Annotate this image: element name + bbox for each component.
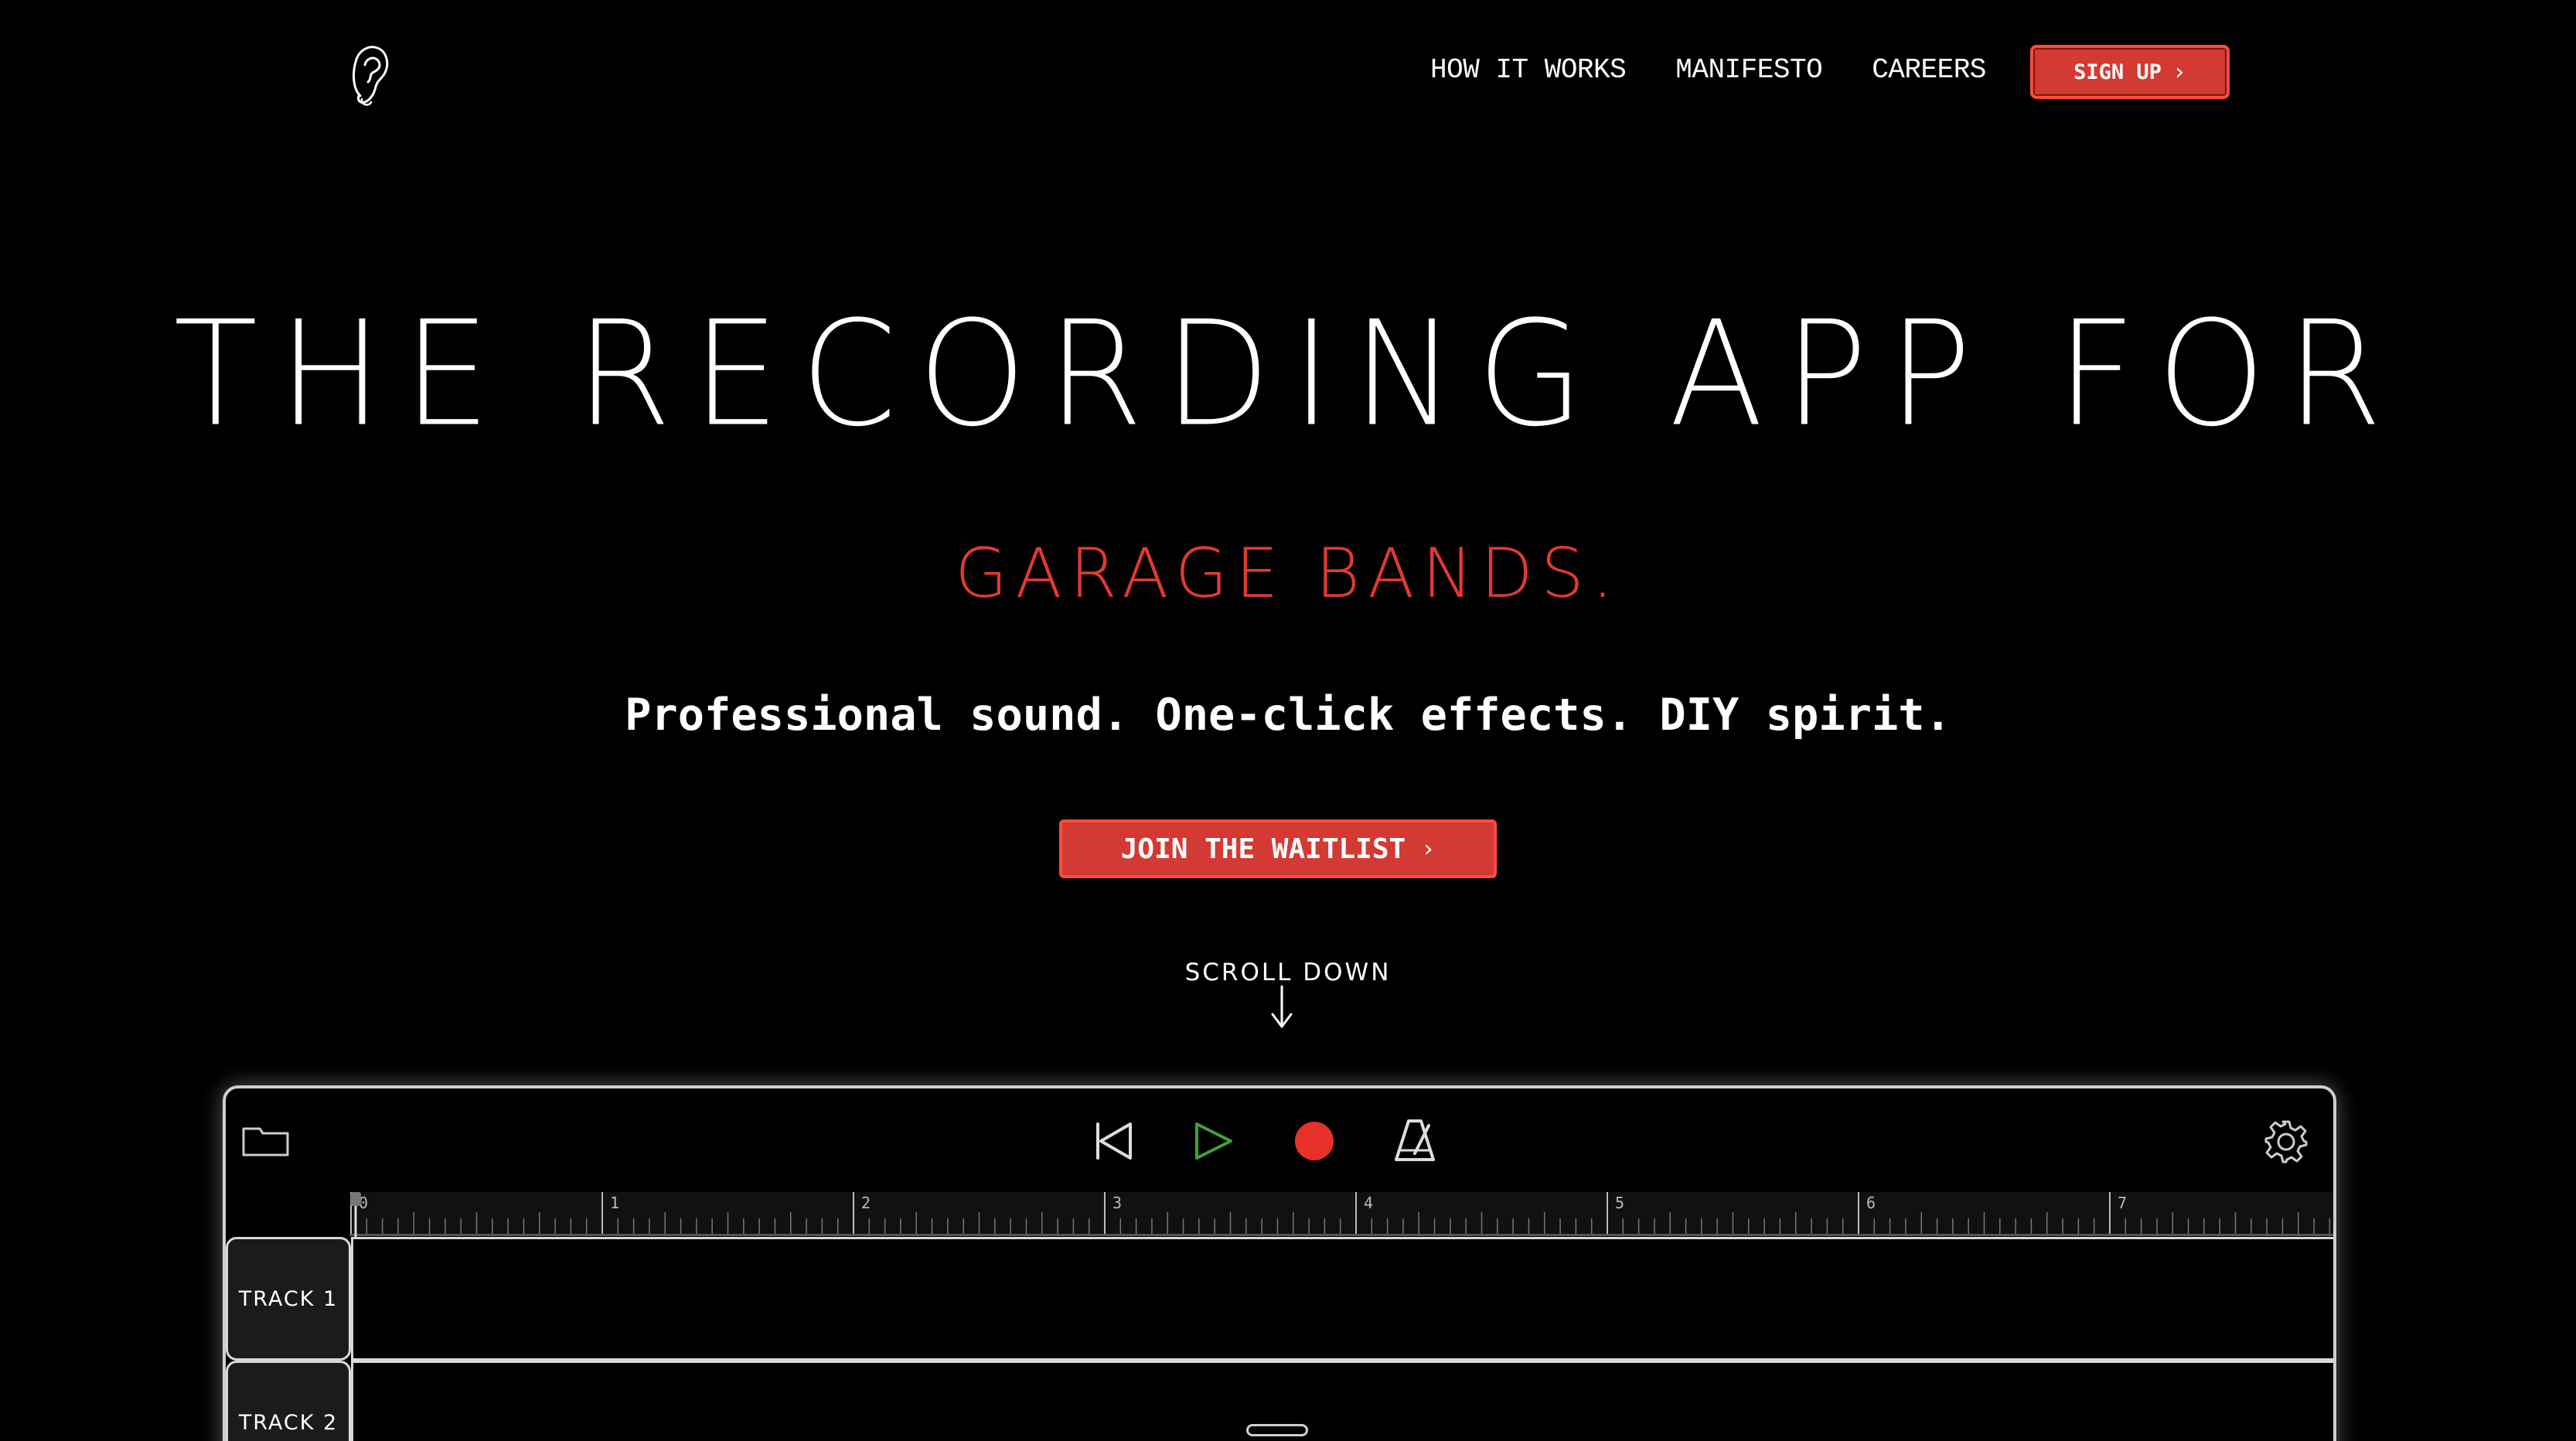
nav-links: HOW IT WORKS MANIFESTO CAREERS [1430, 54, 1986, 86]
join-waitlist-button[interactable]: JOIN THE WAITLIST › [1059, 819, 1497, 878]
panel-drag-handle[interactable] [1246, 1424, 1308, 1436]
ear-logo-icon[interactable] [349, 42, 393, 107]
rewind-icon[interactable] [1092, 1119, 1135, 1163]
track-lane-2[interactable] [351, 1361, 2333, 1441]
ruler-label-7: 7 [2118, 1194, 2128, 1212]
metronome-icon[interactable] [1393, 1118, 1436, 1164]
landing-page: HOW IT WORKS MANIFESTO CAREERS SIGN UP ›… [0, 0, 2576, 1441]
timeline-ruler[interactable]: 0 1 2 3 4 5 6 7 [349, 1192, 2333, 1236]
play-icon[interactable] [1192, 1119, 1235, 1163]
hero-subtitle: GARAGE BANDS. [955, 533, 1621, 613]
gear-icon[interactable] [2264, 1119, 2309, 1164]
ruler-label-5: 5 [1615, 1194, 1625, 1212]
track-header-2[interactable]: TRACK 2 [226, 1361, 351, 1441]
playhead-handle[interactable] [349, 1192, 362, 1237]
arrow-down-icon [1271, 985, 1293, 1028]
join-waitlist-label: JOIN THE WAITLIST [1120, 833, 1406, 865]
transport-toolbar [226, 1088, 2333, 1189]
ruler-label-1: 1 [610, 1194, 620, 1212]
track-row: TRACK 1 [226, 1237, 2333, 1361]
ruler-ticks [350, 1192, 2331, 1234]
nav-link-how-it-works[interactable]: HOW IT WORKS [1430, 54, 1627, 86]
chevron-right-icon: › [2172, 58, 2186, 86]
folder-icon[interactable] [241, 1124, 291, 1158]
track-header-1[interactable]: TRACK 1 [226, 1237, 351, 1361]
ruler-label-4: 4 [1364, 1194, 1374, 1212]
ruler-label-2: 2 [861, 1194, 871, 1212]
record-icon[interactable] [1293, 1119, 1336, 1163]
hero-tagline: Professional sound. One-click effects. D… [625, 690, 1951, 741]
chevron-right-icon: › [1421, 835, 1436, 863]
nav-link-careers[interactable]: CAREERS [1872, 54, 1986, 86]
recording-app-preview: 0 1 2 3 4 5 6 7 TRACK 1 TRACK 2 [223, 1085, 2336, 1441]
ruler-label-6: 6 [1866, 1194, 1876, 1212]
signup-button-label: SIGN UP [2073, 60, 2162, 84]
signup-button[interactable]: SIGN UP › [2030, 45, 2230, 99]
scroll-hint: SCROLL DOWN [1184, 959, 1392, 986]
hero-title: THE RECORDING APP FOR [172, 289, 2404, 460]
nav-link-manifesto[interactable]: MANIFESTO [1675, 54, 1822, 86]
ruler-label-3: 3 [1113, 1194, 1123, 1212]
track-lane-1[interactable] [351, 1237, 2333, 1361]
